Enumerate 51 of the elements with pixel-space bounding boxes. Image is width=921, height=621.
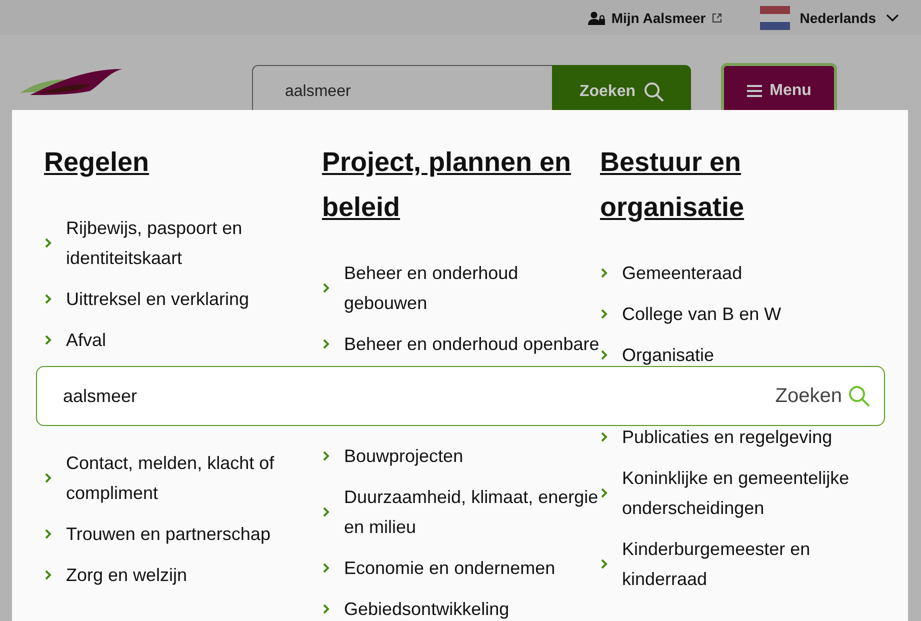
- menu-link[interactable]: Beheer en onderhoud openbare: [344, 329, 600, 359]
- chevron-down-icon: [886, 14, 899, 22]
- column-heading: Bestuur en organisatie: [600, 146, 746, 224]
- chevron-icon: [44, 238, 52, 248]
- menu-link[interactable]: Gemeenteraad: [622, 258, 742, 288]
- search-field[interactable]: aalsmeer Zoeken: [36, 366, 885, 426]
- chevron-icon: [600, 268, 608, 278]
- user-lock-icon: [588, 10, 606, 24]
- chevron-icon: [322, 604, 330, 614]
- chevron-icon: [600, 559, 608, 569]
- column-heading: Regelen: [44, 146, 150, 179]
- account-link[interactable]: Mijn Aalsmeer: [588, 10, 722, 26]
- chevron-icon: [44, 335, 52, 345]
- chevron-icon: [44, 529, 52, 539]
- menu-link[interactable]: Uittreksel en verklaring: [66, 284, 250, 314]
- search-icon: [644, 82, 664, 102]
- menu-link[interactable]: Duurzaamheid, klimaat, energie en milieu: [344, 482, 600, 542]
- menu-link[interactable]: Beheer en onderhoud gebouwen: [344, 258, 600, 318]
- search-button[interactable]: Zoeken: [775, 384, 870, 408]
- menu-link[interactable]: Economie en ondernemen: [344, 553, 556, 583]
- menu-link[interactable]: College van B en W: [622, 299, 782, 329]
- chevron-icon: [322, 451, 330, 461]
- flag-icon: [760, 6, 790, 30]
- menu-link[interactable]: Gebiedsontwikkeling: [344, 594, 510, 621]
- language-selector[interactable]: Nederlands: [760, 6, 899, 30]
- column-heading: Project, plannen en beleid: [322, 146, 572, 224]
- chevron-icon: [600, 309, 608, 319]
- search-button[interactable]: Zoeken: [552, 65, 691, 110]
- search-icon: [848, 385, 870, 407]
- menu-icon: [746, 85, 762, 97]
- menu-link[interactable]: Koninklijke en gemeentelijke onderscheidingen: [622, 463, 878, 523]
- menu-button[interactable]: Menu: [721, 63, 837, 110]
- chevron-icon: [600, 432, 608, 442]
- menu-link[interactable]: Contact, melden, klacht of compliment: [66, 448, 322, 508]
- chevron-icon: [44, 473, 52, 483]
- chevron-icon: [322, 283, 330, 293]
- chevron-icon: [44, 570, 52, 580]
- chevron-icon: [600, 350, 608, 360]
- menu-link[interactable]: Kinderburgemeester en kinderraad: [622, 534, 878, 594]
- external-link-icon: [712, 12, 722, 22]
- menu-link[interactable]: Zorg en welzijn: [66, 560, 188, 590]
- menu-link[interactable]: Rijbewijs, paspoort en identiteitskaart: [66, 213, 322, 273]
- menu-link[interactable]: Afval: [66, 325, 106, 355]
- menu-link[interactable]: Trouwen en partnerschap: [66, 519, 270, 549]
- chevron-icon: [44, 294, 52, 304]
- chevron-icon: [322, 507, 330, 517]
- chevron-icon: [322, 563, 330, 573]
- chevron-icon: [322, 339, 330, 349]
- chevron-icon: [600, 488, 608, 498]
- menu-link[interactable]: Bouwprojecten: [344, 441, 464, 471]
- search-field[interactable]: aalsmeer: [252, 65, 552, 110]
